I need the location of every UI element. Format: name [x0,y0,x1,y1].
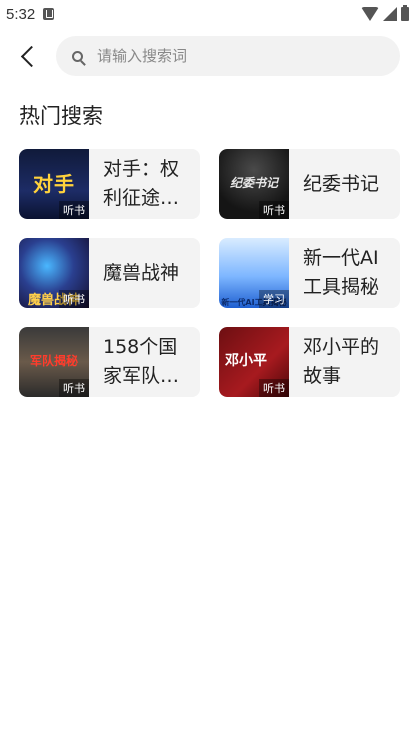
search-box[interactable] [56,36,400,76]
book-cover: 纪委书记 听书 [219,149,289,219]
back-arrow-icon [20,45,42,67]
book-cover: 魔兽战神 听书 [19,238,89,308]
back-button[interactable] [10,38,46,74]
card-title: 魔兽战神 [103,261,180,284]
status-time: 5:32 [6,5,36,23]
book-cover: 邓小平 听书 [219,327,289,397]
status-left: 5:32 [6,5,55,23]
hot-search-card[interactable]: 对手 听书 对手：权利征途（大全集） [19,149,200,219]
cover-tag: 学习 [259,290,289,308]
hot-search-card[interactable]: 新一代AI工具揭秘 学习 新一代AI工具揭秘 [219,238,400,308]
cover-tag: 听书 [59,379,89,397]
card-title: 新一代AI工具揭秘 [303,247,380,298]
hot-search-card[interactable]: 军队揭秘 听书 158个国家军队全记录 [19,327,200,397]
card-title: 对手：权利征途（大全集） [103,158,180,209]
book-cover: 对手 听书 [19,149,89,219]
hot-search-grid: 对手 听书 对手：权利征途（大全集） 纪委书记 听书 纪委书记 魔兽战神 听书 … [19,149,400,397]
card-title: 邓小平的故事 [303,336,380,387]
search-icon [72,50,83,62]
cover-tag: 听书 [59,201,89,219]
wifi-icon [361,7,379,21]
card-title: 158个国家军队全记录 [103,336,180,387]
hot-search-title: 热门搜索 [19,104,103,128]
hot-search-card[interactable]: 纪委书记 听书 纪委书记 [219,149,400,219]
hot-search-card[interactable]: 魔兽战神 听书 魔兽战神 [19,238,200,308]
book-cover: 军队揭秘 听书 [19,327,89,397]
battery-icon [401,5,409,21]
hot-search-card[interactable]: 邓小平 听书 邓小平的故事 [219,327,400,397]
signal-icon [383,7,397,21]
search-header [0,34,419,78]
cover-tag: 听书 [259,379,289,397]
status-right [361,5,409,21]
card-title: 纪委书记 [303,172,380,195]
notification-app-icon [43,8,55,20]
book-cover: 新一代AI工具揭秘 学习 [219,238,289,308]
cover-tag: 听书 [259,201,289,219]
cover-tag: 听书 [59,290,89,308]
status-bar: 5:32 [0,0,419,28]
search-input[interactable] [97,41,357,71]
